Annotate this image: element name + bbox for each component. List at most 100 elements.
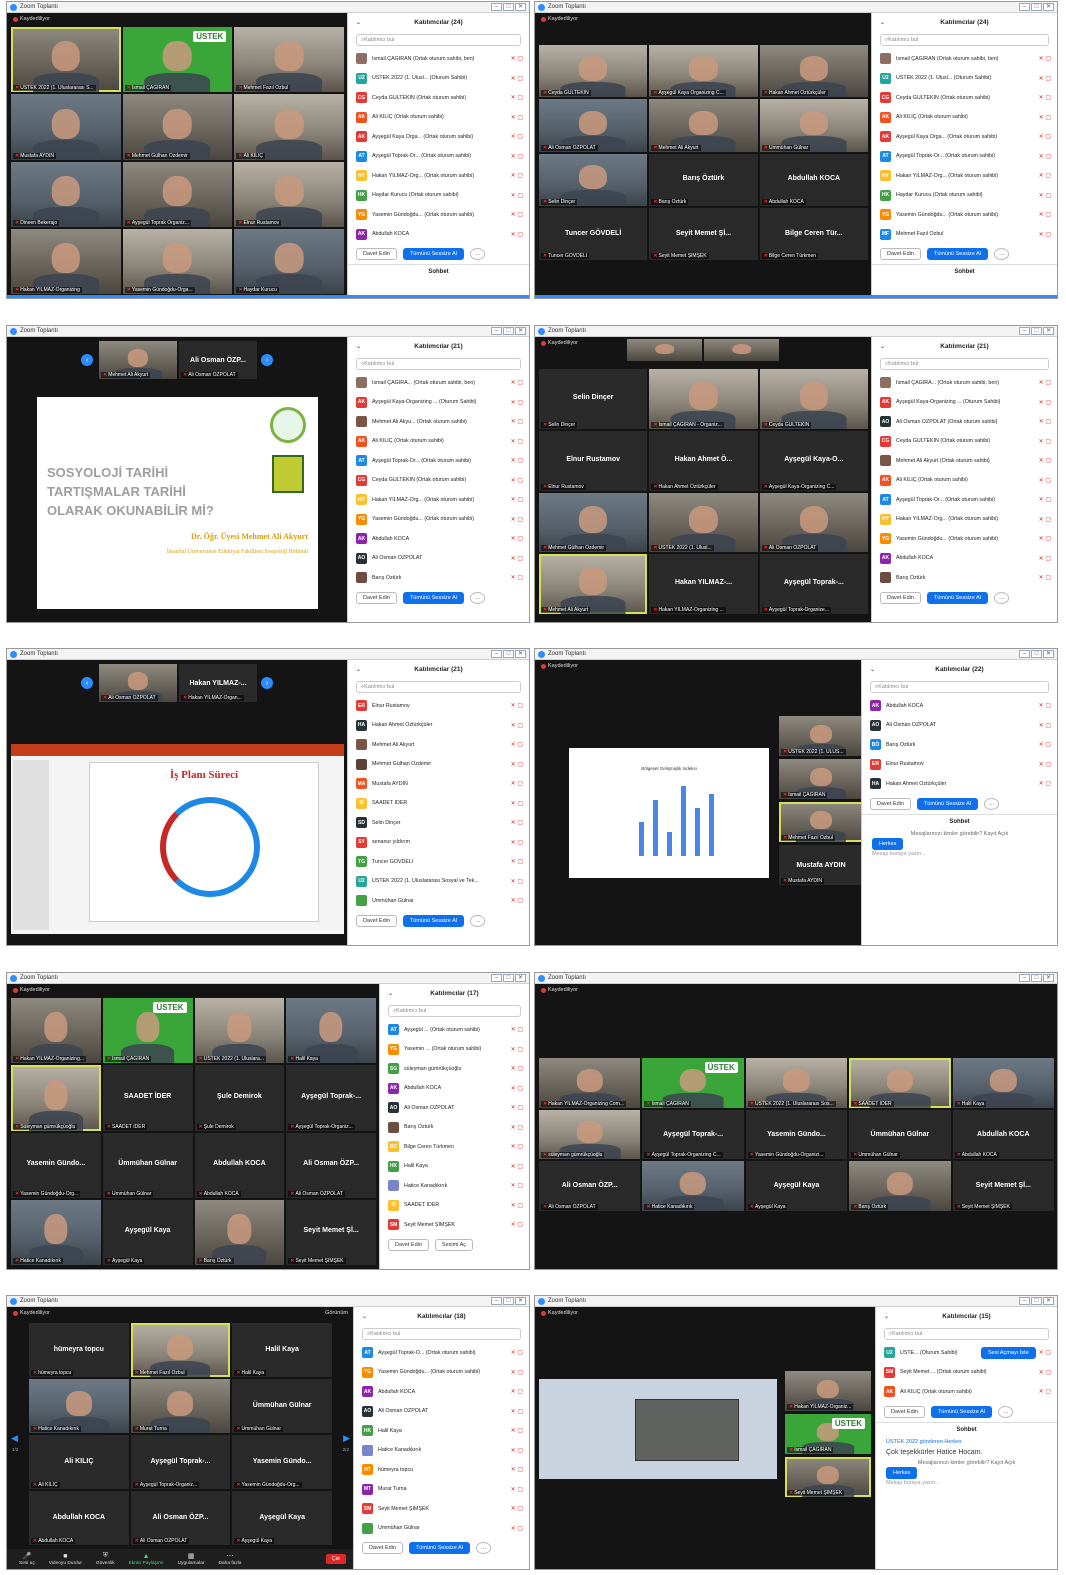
maximize-button[interactable]: □ bbox=[503, 974, 514, 982]
participant-row[interactable]: AO Ali Osman ÖZPOLAT ✕ ▢ bbox=[862, 716, 1057, 736]
video-tile[interactable]: Abdullah KOCA ✕Abdullah KOCA bbox=[759, 153, 868, 206]
participant-search-input[interactable]: ⌕ Katılımcı bul bbox=[870, 681, 1049, 693]
video-tile[interactable]: ✕Dineen Bekerajo bbox=[11, 161, 121, 227]
participant-row[interactable]: Mehmet Ali Akyurt (Ortak oturum sahibi) ✕… bbox=[872, 451, 1057, 471]
participant-row[interactable]: AT Ayşegül Toprak-O... (Ortak oturum sahi… bbox=[354, 1343, 529, 1363]
maximize-button[interactable]: □ bbox=[1031, 650, 1042, 658]
chevron-down-icon[interactable]: ⌄ bbox=[388, 990, 393, 997]
participant-row[interactable]: AK Ali KILIÇ (Ortak oturum sahibi) ✕ ▢ bbox=[348, 108, 529, 128]
video-tile[interactable]: ✕süleyman gümrükçüoğlu bbox=[539, 1109, 641, 1160]
video-tile[interactable]: ✕Hakan YILMAZ-Organizing Com... bbox=[539, 1058, 641, 1108]
close-button[interactable]: ✕ bbox=[515, 327, 526, 335]
chevron-down-icon[interactable]: ⌄ bbox=[356, 666, 361, 673]
video-tile[interactable]: ✕Yasemin Gündoğdu-Orga... bbox=[122, 228, 233, 294]
participant-row[interactable]: HK Halil Kaya ✕ ▢ bbox=[354, 1421, 529, 1441]
video-tile[interactable]: Hakan YILMAZ-... ✕Hakan YILMAZ-Organizing… bbox=[649, 554, 758, 614]
participant-row[interactable]: AK Abdullah KOCA ✕ ▢ bbox=[354, 1382, 529, 1402]
participant-row[interactable]: U2 ÜSTEK 2022 (1. Ulusl... (Oturum Sahibi… bbox=[348, 69, 529, 89]
participant-row[interactable]: Barış Öztürk ✕ ▢ bbox=[872, 568, 1057, 588]
view-button[interactable]: Görünüm bbox=[325, 1310, 348, 1316]
invite-button[interactable]: Davet Edin bbox=[356, 591, 397, 604]
mute-all-button[interactable]: Tümünü Sessize Al bbox=[926, 591, 988, 604]
leave-meeting-button[interactable]: Çık bbox=[325, 1554, 346, 1564]
invite-button[interactable]: Davet Edin bbox=[870, 797, 911, 810]
chevron-down-icon[interactable]: ⌄ bbox=[362, 1313, 367, 1320]
participant-row[interactable]: HA Hakan Ahmet Öztürkçüler ✕ ▢ bbox=[862, 774, 1057, 794]
video-tile[interactable]: Abdullah KOCA ✕Abdullah KOCA bbox=[194, 1132, 285, 1198]
participant-row[interactable]: SM Seyit Memet ... (Ortak oturum sahibi) ✕… bbox=[876, 1363, 1057, 1383]
participant-row[interactable]: U2 ÜSTE... (Oturum Sahibi) Sesi Açmayı İst… bbox=[876, 1343, 1057, 1363]
participant-row[interactable]: AK Ali KILIÇ (Ortak oturum sahibi) ✕ ▢ bbox=[872, 471, 1057, 491]
participant-row[interactable]: Ümmühan Gülnar ✕ ▢ bbox=[354, 1519, 529, 1539]
participant-search-input[interactable]: ⌕ Katılımcı bul bbox=[356, 358, 521, 370]
toolbar-button[interactable]: ■ Videoyu Durdur bbox=[49, 1553, 82, 1566]
video-tile[interactable]: Abdullah KOCA ✕Abdullah KOCA bbox=[952, 1109, 1054, 1160]
participant-row[interactable]: SM Seyit Memet ŞİMŞEK ✕ ▢ bbox=[354, 1499, 529, 1519]
video-tile[interactable]: Seyit Memet Şİ... ✕Seyit Memet ŞİMŞEK bbox=[286, 1199, 376, 1265]
video-tile[interactable]: ÜSTEK ✕İsmail ÇAĞIRAN bbox=[785, 1414, 871, 1454]
video-tile[interactable]: ✕Hakan Ahmet Öztürkçüler bbox=[759, 45, 868, 98]
previous-page-arrow[interactable]: ‹ bbox=[81, 354, 93, 366]
video-tile[interactable]: ✕ÜSTEK 2022 (1. Uluslararası Sos... bbox=[745, 1058, 848, 1108]
toolbar-button[interactable]: 🎤 Sesi aç bbox=[19, 1552, 35, 1566]
participant-row[interactable]: YG Yasemin Gündoğdu... (Ortak oturum sahi… bbox=[872, 205, 1057, 225]
video-tile[interactable]: ✕Halil Kaya bbox=[952, 1058, 1054, 1108]
video-tile[interactable]: ✕Barış Öztürk bbox=[194, 1199, 285, 1265]
mute-all-button[interactable]: Tümünü Sessize Al bbox=[916, 797, 978, 810]
maximize-button[interactable]: □ bbox=[503, 3, 514, 11]
video-tile[interactable]: Abdullah KOCA ✕Abdullah KOCA bbox=[29, 1491, 129, 1545]
participant-row[interactable]: AK Abdullah KOCA ✕ ▢ bbox=[348, 225, 529, 245]
video-tile[interactable]: Ümmühan Gülnar ✕Ümmühan Gülnar bbox=[102, 1132, 193, 1198]
participant-row[interactable]: AO Ali Osman ÖZPOLAT ✕ ▢ bbox=[380, 1098, 529, 1118]
video-tile[interactable]: ✕Mehmet Ali Akyurt bbox=[539, 554, 648, 614]
participant-row[interactable]: SM Seyit Memet ŞİMŞEK ✕ ▢ bbox=[380, 1215, 529, 1235]
participant-row[interactable]: CG Ceyda GÜLTEKİN (Ortak oturum sahibi) ✕ … bbox=[872, 88, 1057, 108]
invite-button[interactable]: Davet Edin bbox=[884, 1405, 925, 1418]
video-tile[interactable]: ✕Hatice Kanadıkırık bbox=[11, 1199, 101, 1265]
participant-row[interactable]: AK Abdullah KOCA ✕ ▢ bbox=[862, 696, 1057, 716]
video-tile[interactable]: ✕Hatice Kanadıkırık bbox=[642, 1161, 744, 1211]
close-button[interactable]: ✕ bbox=[1043, 650, 1054, 658]
participant-row[interactable]: TG Tuncer GÖVDELİ ✕ ▢ bbox=[348, 852, 529, 872]
participant-row[interactable]: MA Mustafa AYDIN ✕ ▢ bbox=[348, 774, 529, 794]
participant-row[interactable]: İsmail ÇAĞIRA... (Ortak oturum sahibi, b… bbox=[872, 373, 1057, 393]
participant-row[interactable]: AK Abdullah KOCA ✕ ▢ bbox=[348, 529, 529, 549]
video-tile[interactable]: ✕Ayşegül Toprak Organiz... bbox=[122, 161, 233, 227]
video-tile[interactable]: Ayşegül Toprak-... ✕Ayşegül Toprak-Organi… bbox=[642, 1109, 744, 1160]
participant-row[interactable]: AT Ayşegül ... (Ortak oturum sahibi) ✕ ▢ bbox=[380, 1020, 529, 1040]
unmute-me-button[interactable]: Sesimi Aç bbox=[434, 1238, 474, 1251]
participant-row[interactable]: HK Haydar Kurucu (Ortak oturum sahibi) ✕ ▢ bbox=[872, 186, 1057, 206]
next-page-arrow[interactable]: › bbox=[261, 677, 273, 689]
minimize-button[interactable]: – bbox=[1019, 327, 1030, 335]
video-tile[interactable]: Mustafa AYDIN ✕Mustafa AYDIN bbox=[779, 845, 863, 885]
video-tile[interactable]: Tuncer GÖVDELİ ✕Tuncer GÖVDELİ bbox=[539, 207, 648, 260]
close-button[interactable]: ✕ bbox=[515, 974, 526, 982]
participant-row[interactable]: MF Mehmet Fazıl Özbul ✕ ▢ bbox=[872, 225, 1057, 245]
video-tile[interactable]: ✕Halil Kaya bbox=[286, 998, 376, 1064]
video-tile[interactable]: Yasemin Gündo... ✕Yasemin Gündoğdu-Org... bbox=[232, 1435, 332, 1489]
more-options-button[interactable]: … bbox=[475, 1542, 492, 1554]
mute-all-button[interactable]: Tümünü Sessize Al bbox=[402, 591, 464, 604]
participant-row[interactable]: ER Elnur Rustamov ✕ ▢ bbox=[862, 755, 1057, 775]
chat-input[interactable]: Mesajı buraya yazın... bbox=[862, 849, 1057, 859]
video-tile[interactable]: Hakan Ahmet Ö... ✕Hakan Ahmet Öztürkçüler bbox=[649, 430, 758, 491]
video-tile[interactable]: Bilge Ceren Tür... ✕Bilge Ceren Türkmen bbox=[759, 207, 868, 260]
participant-row[interactable]: YG Yasemin Gündoğdu... (Ortak oturum sahi… bbox=[348, 510, 529, 530]
participant-search-input[interactable]: ⌕ Katılımcı bul bbox=[356, 681, 521, 693]
participant-row[interactable]: AT Ayşegül Toprak-Or... (Ortak oturum sah… bbox=[348, 451, 529, 471]
participant-row[interactable]: YG Yasemin Gündoğdu... (Ortak oturum sahi… bbox=[354, 1363, 529, 1383]
video-tile[interactable]: Yasemin Gündo... ✕Yasemin Gündoğdu-Org... bbox=[11, 1132, 101, 1198]
close-button[interactable]: ✕ bbox=[1043, 3, 1054, 11]
video-tile[interactable]: ✕Süleyman gümrükçüoğlu bbox=[11, 1065, 101, 1131]
minimize-button[interactable]: – bbox=[1019, 974, 1030, 982]
video-tile[interactable]: ✕Mehmet Ali Akyurt bbox=[99, 341, 177, 379]
maximize-button[interactable]: □ bbox=[1031, 3, 1042, 11]
participant-row[interactable]: İsmail ÇAĞIRA... (Ortak oturum sahibi, b… bbox=[348, 373, 529, 393]
previous-page-arrow[interactable]: ‹ bbox=[81, 677, 93, 689]
video-tile[interactable]: Ayşegül Kaya-O... ✕Ayşegül Kaya-Organizin… bbox=[759, 430, 868, 491]
participant-row[interactable]: SY senanur yıldırım ✕ ▢ bbox=[348, 833, 529, 853]
close-button[interactable]: ✕ bbox=[1043, 974, 1054, 982]
participant-row[interactable]: U2 ÜSTEK 2022 (1. Ulusl... (Oturum Sahibi… bbox=[872, 69, 1057, 89]
participant-row[interactable]: AK Ayşegül Kaya-Organizing ... (Oturum Sa… bbox=[872, 393, 1057, 413]
toolbar-button[interactable]: ▲ Ekran Paylaşımı bbox=[129, 1553, 164, 1566]
